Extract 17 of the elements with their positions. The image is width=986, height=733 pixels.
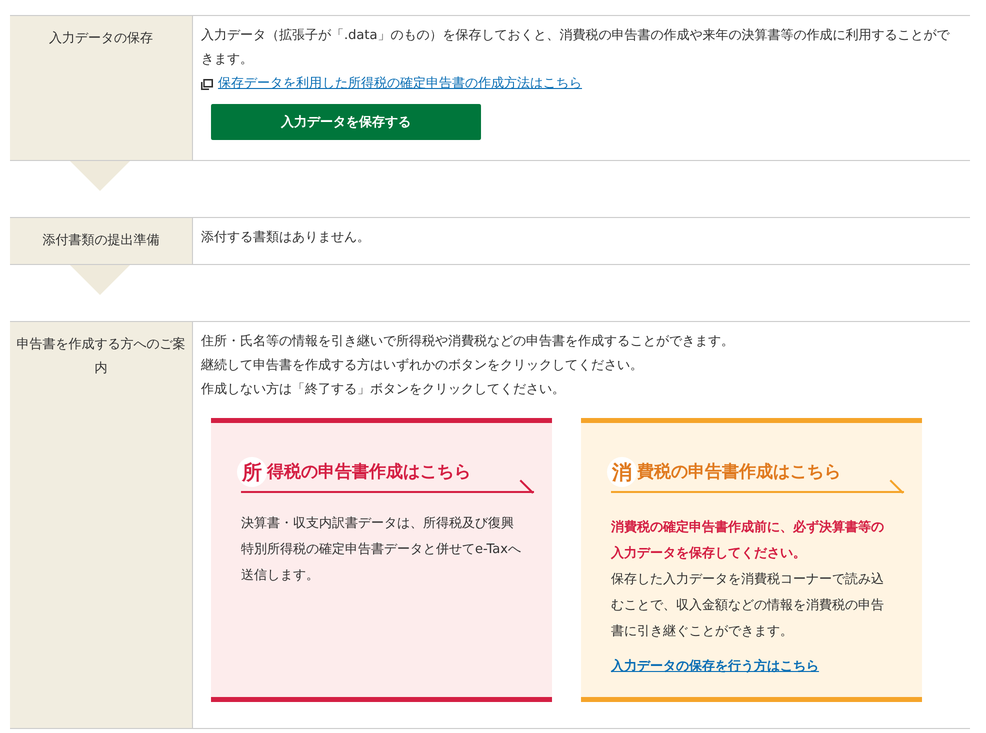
guide-link[interactable]: 保存データを利用した所得税の確定申告書の作成方法はこちら	[218, 72, 582, 96]
card-text: 保存した入力データを消費税コーナーで読み込むことで、収入金額などの情報を消費税の申告書に引き継ぐことができます。	[611, 571, 885, 641]
description-text: 作成しない方は「終了する」ボタンをクリックしてください。	[201, 381, 566, 399]
option-card[interactable]: 所 得税の申告書作成はこちら 決算書・収支内訳書データは、所得税及び復興特別所得税の確定申告書データと併せてe-Taxへ送信します。	[211, 418, 552, 702]
save-button[interactable]: 入力データを保存する	[211, 104, 481, 140]
new-window-icon	[201, 78, 213, 90]
section-label: 添付書類の提出準備	[42, 233, 160, 248]
section-label: 申告書を作成する方へのご案内	[16, 337, 186, 376]
description-text: 継続して申告書を作成する方はいずれかのボタンをクリックしてください。	[201, 357, 644, 375]
option-card[interactable]: 消 費税の申告書作成はこちら 消費税の確定申告書作成前に、必ず決算書等の入力データを保存してください。 保存した入力データを消費税コーナーで読み込むことで、収入金額などの情報を消費税の申告書に引き継ぐことができます。 入力データの保存を行う方はこちら	[581, 418, 922, 702]
description-text: 入力データ（拡張子が「.data」のもの）を保存しておくと、消費税の申告書の作成や来年の決算書等の作成に利用することができます。	[201, 27, 951, 69]
description-text: 住所・氏名等の情報を引き継いで所得税や消費税などの申告書を作成することができます。	[201, 333, 735, 351]
card-text: 決算書・収支内訳書データは、所得税及び復興特別所得税の確定申告書データと併せてe-Taxへ送信します。	[241, 515, 522, 585]
description-text: 添付する書類はありません。	[201, 229, 371, 247]
section-label: 入力データの保存	[49, 31, 153, 46]
save-guide-link[interactable]: 入力データの保存を行う方はこちら	[611, 657, 819, 677]
warning-text: 消費税の確定申告書作成前に、必ず決算書等の入力データを保存してください。	[611, 518, 885, 563]
